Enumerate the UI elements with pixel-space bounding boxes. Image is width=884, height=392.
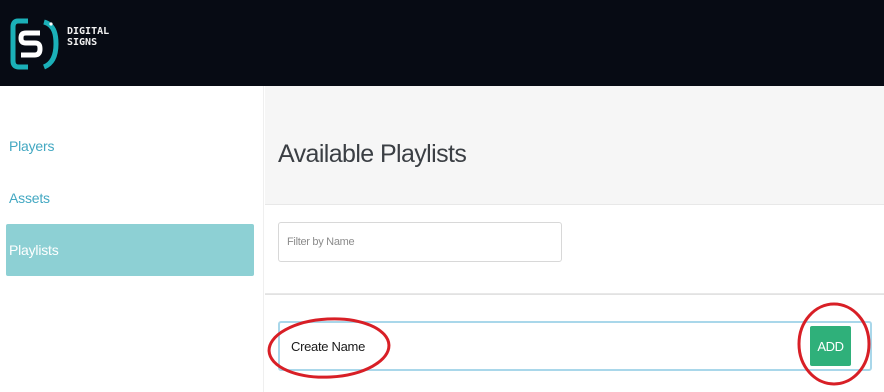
add-button[interactable]: ADD bbox=[810, 326, 851, 366]
sidebar-item-players[interactable]: Players bbox=[6, 130, 254, 162]
main-content: Available Playlists ADD bbox=[265, 86, 884, 392]
digital-signs-logo[interactable]: DIGITAL SIGNS bbox=[10, 17, 115, 72]
page-header: Available Playlists bbox=[265, 86, 884, 204]
logo-wordmark: DIGITAL SIGNS bbox=[67, 26, 110, 48]
sidebar-nav: Players Assets Playlists bbox=[0, 86, 264, 392]
filter-by-name-input[interactable] bbox=[278, 222, 562, 262]
page-title: Available Playlists bbox=[278, 140, 467, 168]
create-playlist-row: ADD bbox=[265, 294, 884, 392]
top-bar: DIGITAL SIGNS bbox=[0, 0, 884, 86]
create-name-input[interactable] bbox=[278, 321, 872, 371]
logo-mark-icon bbox=[10, 18, 59, 70]
sidebar-item-playlists[interactable]: Playlists bbox=[6, 224, 254, 276]
logo-line-2: SIGNS bbox=[67, 37, 98, 48]
sidebar-item-assets[interactable]: Assets bbox=[6, 182, 254, 214]
logo-line-1: DIGITAL bbox=[67, 26, 110, 37]
filter-section bbox=[265, 204, 884, 294]
